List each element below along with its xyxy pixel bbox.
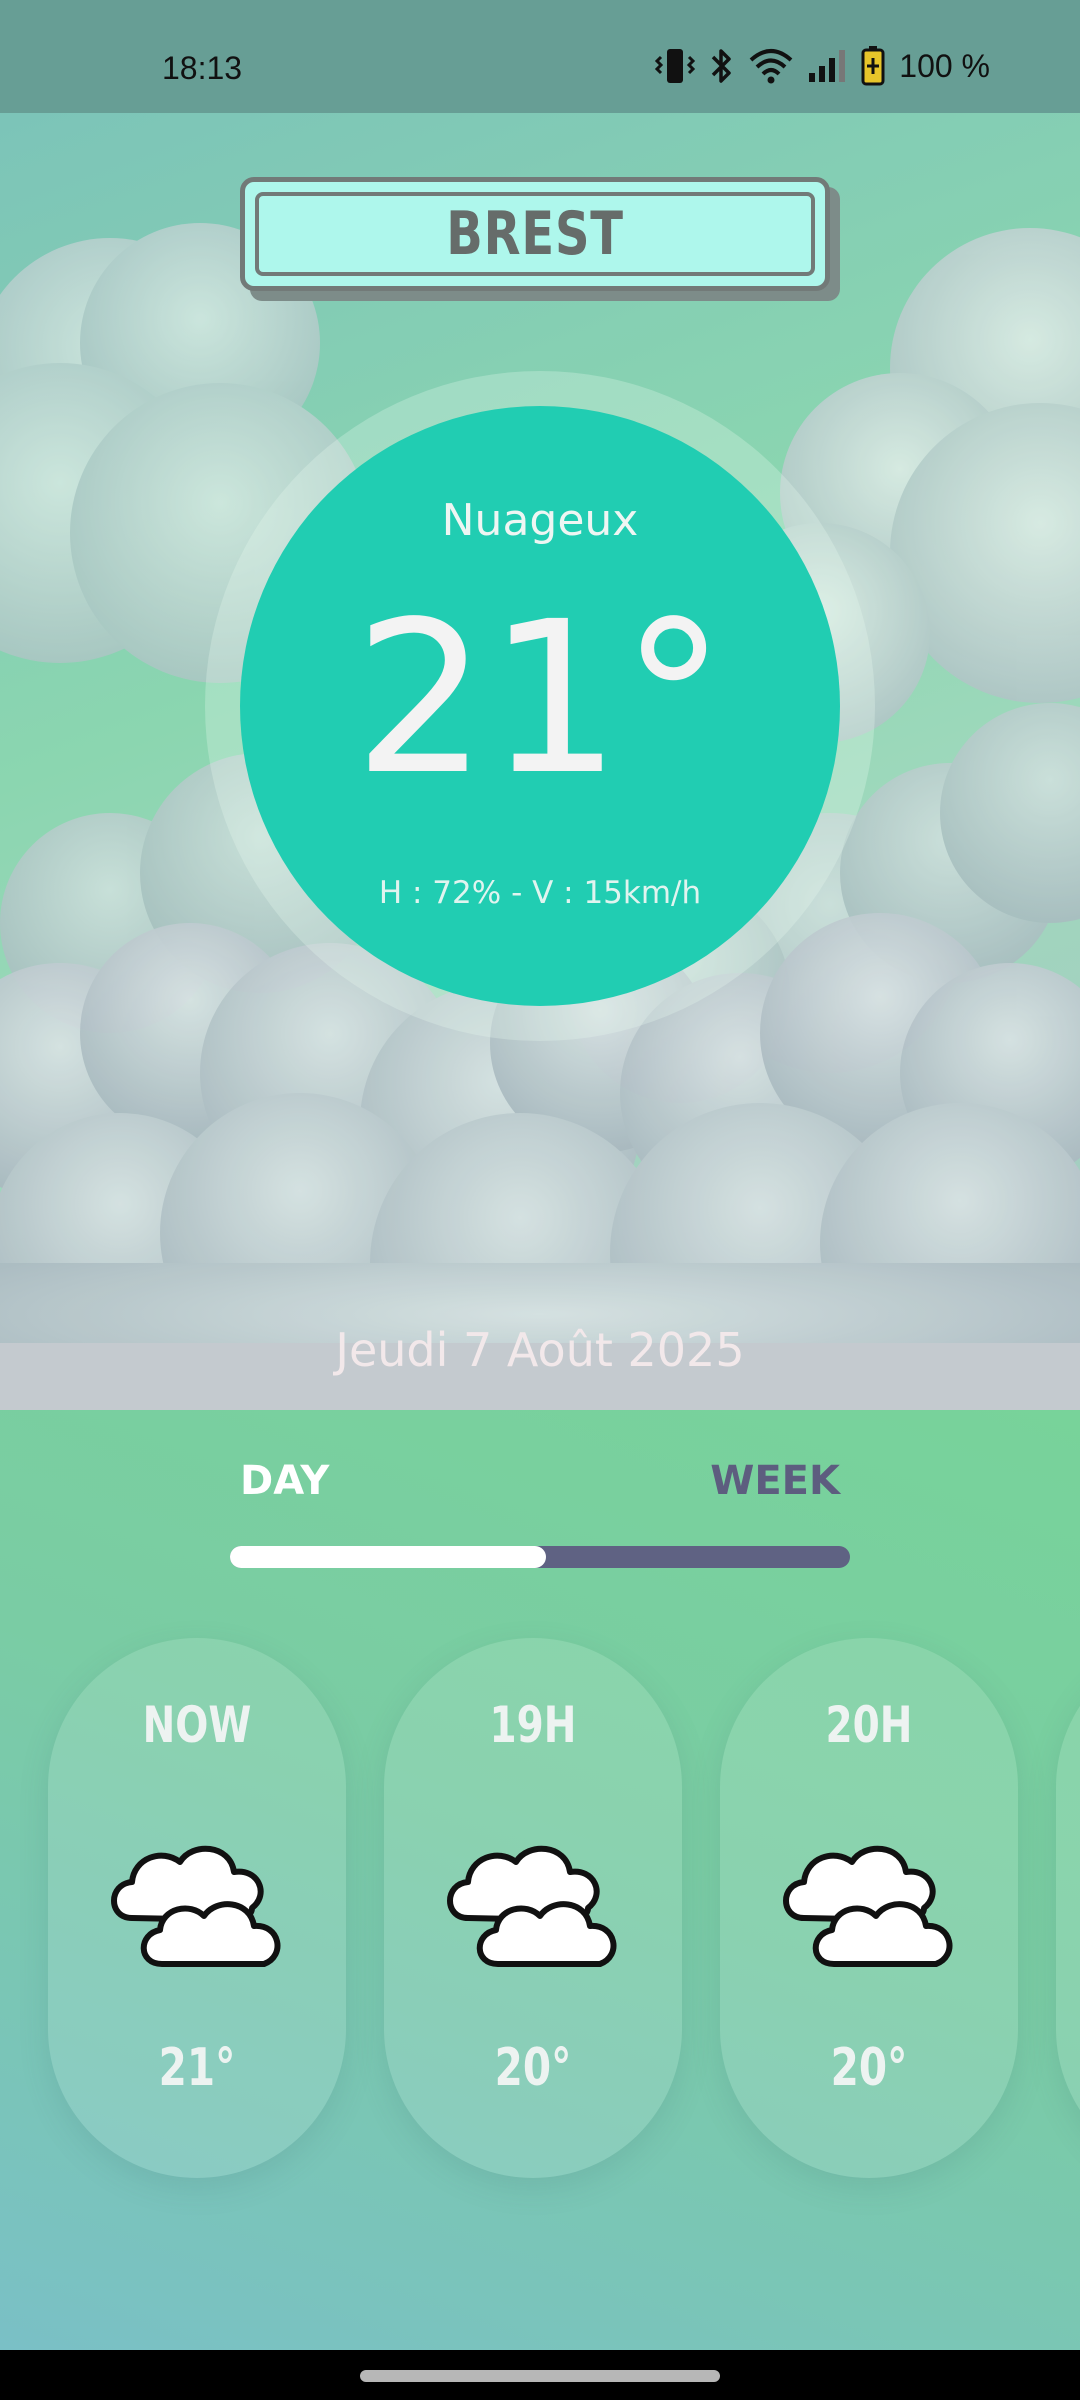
status-time: 18:13 — [162, 50, 243, 86]
weather-condition: Nuageux — [441, 495, 639, 546]
current-temperature: 21° — [353, 576, 727, 821]
hour-label: 20H — [825, 1696, 913, 1754]
hour-label: NOW — [142, 1696, 252, 1754]
hourly-card-partial[interactable] — [1056, 1638, 1080, 2178]
battery-level: 100 % — [899, 47, 990, 84]
forecast-tabs: DAY WEEK — [230, 1448, 850, 1568]
hourly-card[interactable]: 19H 20° — [384, 1638, 682, 2178]
home-gesture-handle[interactable] — [360, 2370, 720, 2382]
city-plate-inner: BREST — [255, 192, 815, 276]
battery-icon — [861, 46, 885, 86]
humidity-wind-details: H : 72% - V : 15km/h — [378, 875, 702, 911]
city-plate: BREST — [240, 177, 830, 291]
current-weather-panel: BREST Nuageux 21° H : 72% - V : 15km/h J… — [0, 113, 1080, 1410]
hour-temperature: 20° — [494, 2038, 572, 2098]
weather-screen: 18:13 100 % BREST Nuageux 21° H: 72% - … — [0, 0, 1080, 2400]
hourly-card[interactable]: 20H 20° — [720, 1638, 1018, 2178]
tab-indicator — [230, 1546, 547, 1568]
hour-temperature: 20° — [830, 2038, 908, 2098]
status-bar: 18:13 100 % — [0, 0, 1080, 113]
status-icons: 100 % — [655, 46, 990, 86]
navigation-bar — [0, 2350, 1080, 2400]
hourly-forecast-list[interactable]: NOW 21° 19H 20° 20H 20° — [0, 1638, 1080, 2178]
forecast-panel: DAY WEEK NOW 21° 19H 20° 20H 20° — [0, 1410, 1080, 2350]
hour-label: 19H — [489, 1696, 577, 1754]
current-date: Jeudi 7 Août 2025 — [335, 1323, 745, 1377]
city-name: BREST — [446, 199, 624, 269]
tab-day[interactable]: DAY — [240, 1458, 329, 1504]
tab-week[interactable]: WEEK — [710, 1458, 840, 1504]
signal-icon — [809, 50, 846, 82]
hour-temperature: 21° — [158, 2038, 236, 2098]
city-banner[interactable]: BREST — [240, 177, 840, 301]
hourly-card[interactable]: NOW 21° — [48, 1638, 346, 2178]
bluetooth-icon — [712, 49, 732, 83]
cloud-icon — [111, 1845, 281, 1967]
vibrate-icon — [655, 49, 696, 83]
cloud-icon — [783, 1845, 953, 1967]
cloud-icon — [447, 1845, 617, 1967]
tab-track[interactable] — [230, 1546, 850, 1568]
wifi-icon — [749, 49, 793, 84]
